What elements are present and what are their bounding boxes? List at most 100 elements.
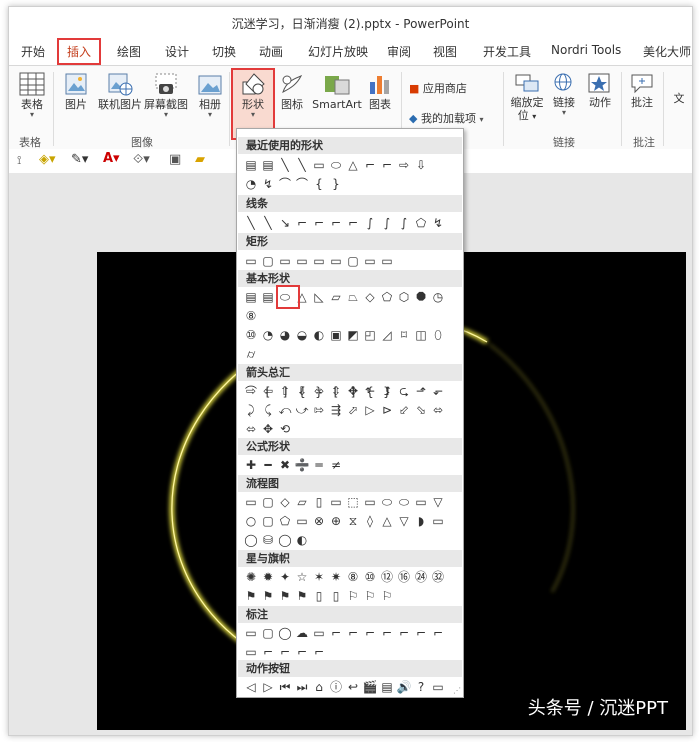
shape-option[interactable]: ✥ bbox=[345, 383, 361, 399]
shape-option[interactable]: ▽ bbox=[430, 494, 446, 510]
chart-button[interactable]: 图表 bbox=[365, 72, 395, 111]
shape-option[interactable]: ◗ bbox=[413, 513, 429, 529]
shape-option[interactable]: ⬚ bbox=[345, 494, 361, 510]
shape-option[interactable]: ◕ bbox=[277, 327, 293, 343]
shape-option[interactable]: ⬭ bbox=[379, 494, 395, 510]
shape-option[interactable]: ▷ bbox=[362, 402, 378, 418]
shape-option[interactable]: ▭ bbox=[430, 679, 446, 695]
shape-option[interactable]: ⇦ bbox=[260, 383, 276, 399]
shape-option[interactable]: ▣ bbox=[328, 327, 344, 343]
shape-option[interactable]: ◊ bbox=[362, 513, 378, 529]
text-box-button[interactable]: 文 bbox=[669, 92, 689, 105]
shape-effects-icon[interactable]: ⟐▾ bbox=[133, 152, 150, 167]
shape-option[interactable]: ▭ bbox=[243, 494, 259, 510]
outline-color-icon[interactable]: ✎▾ bbox=[71, 152, 88, 167]
shape-option[interactable]: ╲ bbox=[294, 157, 310, 173]
shape-option[interactable]: ⌐ bbox=[260, 644, 276, 660]
shape-option[interactable]: ⤹ bbox=[260, 402, 276, 418]
shape-option[interactable]: ▱ bbox=[328, 289, 344, 305]
shape-option[interactable]: ⌐ bbox=[396, 625, 412, 641]
shape-option[interactable]: ⬄ bbox=[311, 383, 327, 399]
shape-option[interactable]: ⇨ bbox=[396, 157, 412, 173]
shape-option[interactable]: ⬄ bbox=[243, 421, 259, 437]
shape-option[interactable]: ▭ bbox=[328, 494, 344, 510]
shape-option[interactable]: ▭ bbox=[294, 253, 310, 269]
shape-option[interactable]: ▽ bbox=[396, 513, 412, 529]
shape-option[interactable]: ⌐ bbox=[379, 157, 395, 173]
shape-option[interactable]: 🔊 bbox=[396, 679, 412, 695]
shape-option[interactable]: ⌐ bbox=[379, 625, 395, 641]
shape-option[interactable]: ☁ bbox=[294, 625, 310, 641]
shape-option[interactable]: ⌐ bbox=[311, 215, 327, 231]
shape-option[interactable]: ⏢ bbox=[345, 289, 361, 305]
icons-button[interactable]: 图标 bbox=[277, 72, 307, 111]
shape-option[interactable]: ⌐ bbox=[294, 215, 310, 231]
comment-button[interactable]: 批注 bbox=[627, 72, 657, 109]
shape-option[interactable]: ▷ bbox=[260, 679, 276, 695]
shape-option[interactable]: ⑯ bbox=[396, 569, 412, 585]
shape-option[interactable]: ↯ bbox=[430, 215, 446, 231]
tab-animations[interactable]: 动画 bbox=[259, 43, 283, 60]
shape-option[interactable]: ▭ bbox=[328, 253, 344, 269]
shape-option[interactable]: ▱ bbox=[294, 494, 310, 510]
shape-option[interactable]: ▭ bbox=[379, 253, 395, 269]
shape-option[interactable]: ▭ bbox=[243, 253, 259, 269]
smartart-button[interactable]: SmartArt bbox=[311, 72, 363, 111]
shape-option[interactable]: ▭ bbox=[311, 157, 327, 173]
shape-option[interactable]: ▯ bbox=[311, 494, 327, 510]
shape-option[interactable]: ✹ bbox=[260, 569, 276, 585]
shape-option[interactable]: ⌐ bbox=[345, 625, 361, 641]
shape-option[interactable]: ⬭ bbox=[396, 494, 412, 510]
shape-option[interactable]: ⌭ bbox=[243, 346, 259, 362]
shape-option[interactable]: ✚ bbox=[243, 457, 259, 473]
tab-insert[interactable]: 插入 bbox=[57, 38, 102, 65]
shape-option[interactable]: ⑧ bbox=[345, 569, 361, 585]
shape-option[interactable]: ▭ bbox=[294, 513, 310, 529]
shape-option[interactable]: ▭ bbox=[311, 625, 327, 641]
shape-option[interactable]: ∫ bbox=[379, 215, 395, 231]
shape-option[interactable]: ▭ bbox=[362, 494, 378, 510]
shape-option[interactable]: ✖ bbox=[277, 457, 293, 473]
tab-beautify[interactable]: 美化大师 bbox=[643, 43, 691, 60]
shape-option[interactable]: ▭ bbox=[243, 625, 259, 641]
shape-option[interactable]: ⚑ bbox=[243, 588, 259, 604]
shape-option[interactable]: ↯ bbox=[260, 176, 276, 192]
shape-option[interactable]: ⬯ bbox=[430, 327, 446, 343]
shape-option[interactable]: ⑫ bbox=[379, 569, 395, 585]
action-button[interactable]: 动作 bbox=[585, 72, 615, 109]
shape-option[interactable]: ⬏ bbox=[413, 383, 429, 399]
shape-option[interactable]: ⊳ bbox=[379, 402, 395, 418]
shape-option[interactable]: ⟲ bbox=[277, 421, 293, 437]
shape-option[interactable]: ∫ bbox=[362, 215, 378, 231]
shape-option[interactable]: ⤺ bbox=[277, 402, 293, 418]
shape-option[interactable]: ◩ bbox=[345, 327, 361, 343]
shape-option[interactable]: ⇩ bbox=[294, 383, 310, 399]
shape-option[interactable]: ▭ bbox=[277, 253, 293, 269]
screenshot-button[interactable]: 屏幕截图 ▾ bbox=[143, 72, 189, 119]
shape-option[interactable]: ◇ bbox=[277, 494, 293, 510]
online-picture-button[interactable]: 联机图片 bbox=[97, 72, 143, 111]
shape-option[interactable]: ═ bbox=[311, 457, 327, 473]
shape-option[interactable]: ⑧ bbox=[243, 308, 259, 324]
shape-option[interactable]: ▢ bbox=[345, 253, 361, 269]
resize-grip-icon[interactable]: ⋰ bbox=[453, 686, 461, 695]
shape-option[interactable]: ⇩ bbox=[413, 157, 429, 173]
shape-option[interactable]: ⑩ bbox=[243, 327, 259, 343]
shape-option[interactable]: ➗ bbox=[294, 457, 310, 473]
shape-option[interactable]: ⊗ bbox=[311, 513, 327, 529]
tab-home[interactable]: 开始 bbox=[21, 43, 45, 60]
shape-option[interactable]: ▭ bbox=[430, 513, 446, 529]
shape-option[interactable]: ⬠ bbox=[379, 289, 395, 305]
shape-option[interactable]: ◷ bbox=[430, 289, 446, 305]
shape-option[interactable]: ⤻ bbox=[294, 402, 310, 418]
shape-option[interactable]: ⮎ bbox=[396, 383, 412, 399]
shape-option[interactable]: ⬀ bbox=[345, 402, 361, 418]
shape-option[interactable]: ✺ bbox=[243, 569, 259, 585]
picture-button[interactable]: 图片 bbox=[61, 72, 91, 111]
shape-option[interactable]: ▯ bbox=[311, 588, 327, 604]
shape-option[interactable]: ◐ bbox=[311, 327, 327, 343]
shape-option[interactable]: ◒ bbox=[294, 327, 310, 343]
shape-option[interactable]: ⌒ bbox=[277, 176, 293, 192]
font-color-icon[interactable]: A▾ bbox=[103, 151, 120, 166]
shape-option[interactable]: ∫ bbox=[396, 215, 412, 231]
